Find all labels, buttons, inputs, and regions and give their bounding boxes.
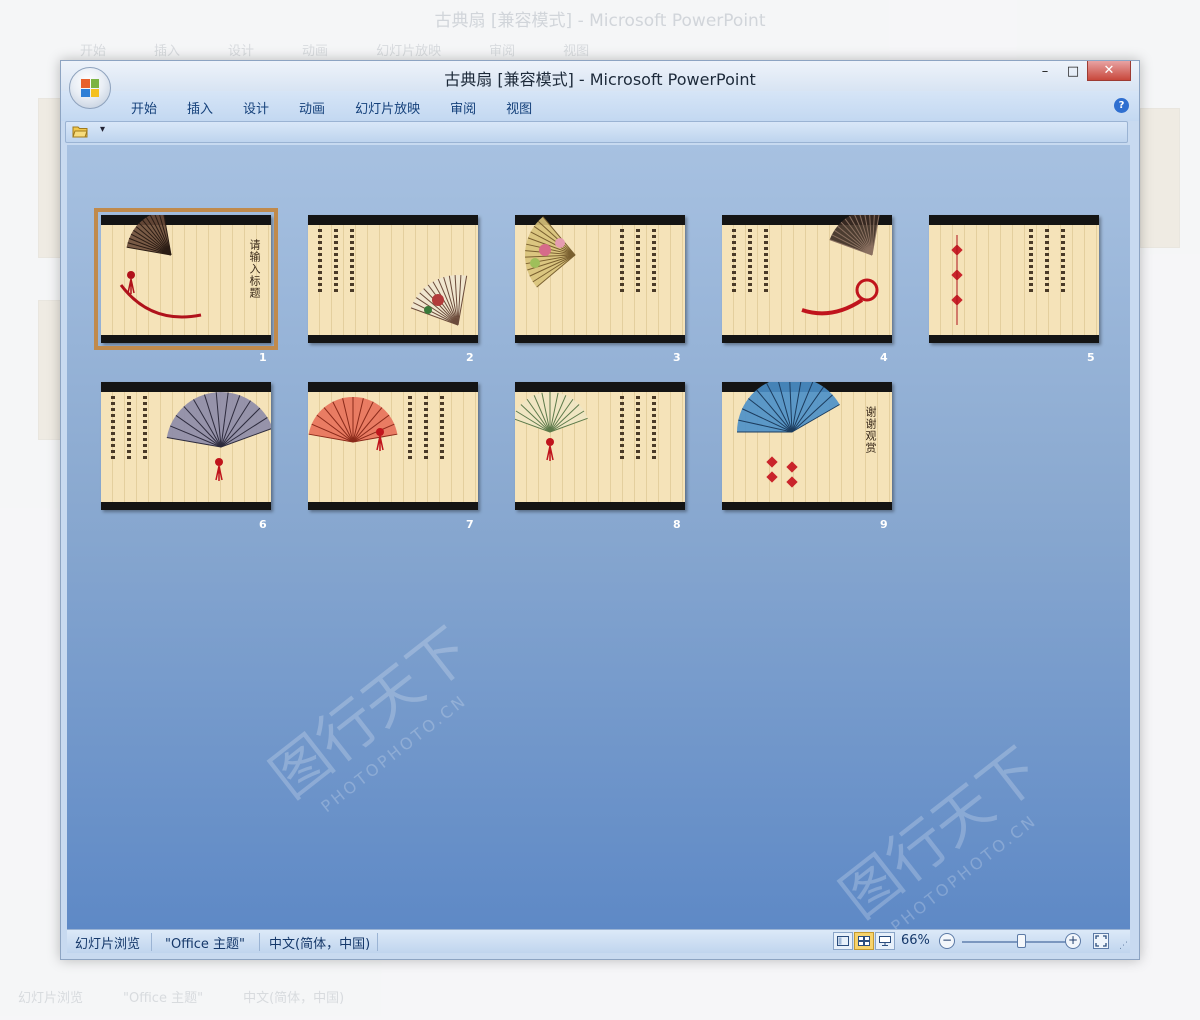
minimize-button[interactable]: –: [1031, 61, 1059, 81]
slide-text-columns: [620, 229, 656, 293]
tab-animations[interactable]: 动画: [299, 98, 325, 117]
slide-thumbnail[interactable]: 请输入标题 1: [94, 208, 278, 364]
background-tab: 动画: [302, 44, 329, 59]
tab-review[interactable]: 审阅: [450, 98, 476, 117]
fit-to-window-icon[interactable]: [1093, 933, 1109, 949]
slide-number: 5: [1087, 351, 1095, 364]
slide-number: 1: [259, 351, 267, 364]
customize-toolbar-dropdown[interactable]: ▾: [100, 124, 105, 135]
background-tab: 视图: [563, 44, 590, 59]
slide-show-icon: [879, 936, 891, 946]
watermark: 图行天下 PHOTOPHOTO.CN: [827, 734, 1053, 929]
zoom-slider-thumb[interactable]: [1017, 934, 1026, 948]
slide-thumbnail[interactable]: 5: [929, 215, 1099, 364]
slide-preview: [515, 215, 685, 343]
background-status-language: 中文(简体，中国): [243, 990, 345, 1006]
background-window-title: 古典扇 [兼容模式] - Microsoft PowerPoint: [434, 11, 766, 31]
background-tab: 插入: [154, 44, 181, 59]
status-theme[interactable]: "Office 主题": [165, 933, 245, 952]
slide-preview: 谢谢观赏: [722, 382, 892, 510]
slide-sorter-view-button[interactable]: [854, 932, 874, 950]
open-folder-icon[interactable]: [72, 125, 88, 138]
background-status-view: 幻灯片浏览: [18, 990, 84, 1006]
slide-number: 7: [466, 518, 474, 531]
status-bar: 幻灯片浏览 "Office 主题" 中文(简体，中国) 66% − + ⋰: [67, 929, 1130, 953]
view-buttons: [833, 932, 895, 950]
title-bar[interactable]: 古典扇 [兼容模式] - Microsoft PowerPoint – □ ✕: [61, 61, 1139, 91]
slide-text-columns: [111, 396, 147, 460]
slide-preview: [515, 382, 685, 510]
powerpoint-window: 古典扇 [兼容模式] - Microsoft PowerPoint – □ ✕ …: [60, 60, 1140, 960]
slide-title: 谢谢观赏: [864, 406, 877, 454]
slide-fan-illustration: [525, 216, 576, 288]
tab-insert[interactable]: 插入: [187, 98, 213, 117]
slide-sorter-pane: 图行天下 PHOTOPHOTO.CN 图行天下 PHOTOPHOTO.CN 请输入标…: [67, 145, 1130, 929]
normal-view-button[interactable]: [833, 932, 853, 950]
background-tab: 开始: [80, 44, 107, 59]
slide-preview: [929, 215, 1099, 343]
slide-title: 请输入标题: [248, 239, 261, 299]
window-title: 古典扇 [兼容模式] - Microsoft PowerPoint: [444, 70, 756, 89]
slide-preview: 请输入标题: [94, 208, 278, 350]
slide-preview: [308, 382, 478, 510]
slide-number: 8: [673, 518, 681, 531]
background-tab: 审阅: [489, 44, 516, 59]
tab-design[interactable]: 设计: [243, 98, 269, 117]
slide-fan-illustration: [515, 392, 588, 461]
slide-number: 6: [259, 518, 267, 531]
quick-access-toolbar: ▾: [65, 121, 1128, 143]
tab-slide-show[interactable]: 幻灯片放映: [355, 98, 420, 117]
status-view-name: 幻灯片浏览: [75, 937, 141, 952]
ribbon: 开始 插入 设计 动画 幻灯片放映 审阅 视图 ?: [61, 91, 1139, 121]
slide-text-columns: [620, 396, 656, 460]
zoom-level[interactable]: 66%: [901, 933, 930, 948]
slide-text-columns: [1029, 229, 1065, 293]
close-button[interactable]: ✕: [1087, 61, 1131, 81]
slide-sorter-icon: [858, 936, 870, 946]
background-status-theme: "Office 主题": [123, 990, 204, 1006]
slide-text-columns: [408, 396, 444, 460]
slide-preview: [101, 382, 271, 510]
slide-number: 3: [673, 351, 681, 364]
background-tab: 设计: [228, 44, 255, 59]
background-slide-thumb: [1140, 108, 1180, 248]
maximize-button[interactable]: □: [1059, 61, 1087, 81]
office-button[interactable]: [69, 67, 111, 109]
tab-view[interactable]: 视图: [506, 98, 532, 117]
watermark: 图行天下 PHOTOPHOTO.CN: [257, 614, 483, 817]
normal-view-icon: [837, 936, 849, 946]
slide-text-columns: [732, 229, 768, 293]
background-ribbon-tabs: 开始 插入 设计 动画 幻灯片放映 审阅 视图: [80, 40, 589, 59]
slide-thumbnail[interactable]: 8: [515, 382, 685, 531]
zoom-in-button[interactable]: +: [1065, 933, 1081, 949]
slide-thumbnail[interactable]: 7: [308, 382, 478, 531]
slide-fan-illustration: [308, 397, 398, 451]
slide-thumbnail[interactable]: 2: [308, 215, 478, 364]
slide-number: 2: [466, 351, 474, 364]
slide-preview: [308, 215, 478, 343]
zoom-out-button[interactable]: −: [939, 933, 955, 949]
status-language[interactable]: 中文(简体，中国): [269, 933, 370, 952]
background-statusbar: 幻灯片浏览 "Office 主题" 中文(简体，中国): [0, 982, 1200, 1010]
slide-number: 4: [880, 351, 888, 364]
help-icon[interactable]: ?: [1114, 98, 1129, 113]
slide-thumbnail[interactable]: 谢谢观赏 9: [722, 382, 892, 531]
slide-thumbnail[interactable]: 3: [515, 215, 685, 364]
slide-thumbnail[interactable]: 4: [722, 215, 892, 364]
background-tab: 幻灯片放映: [376, 44, 442, 59]
resize-grip-icon[interactable]: ⋰: [1119, 941, 1128, 951]
tab-home[interactable]: 开始: [131, 98, 157, 117]
slide-fan-illustration: [951, 235, 963, 325]
slide-number: 9: [880, 518, 888, 531]
slide-thumbnail[interactable]: 6: [101, 382, 271, 531]
slide-preview: [722, 215, 892, 343]
office-logo-icon: [81, 79, 99, 97]
slide-text-columns: [318, 229, 354, 293]
ribbon-tabs: 开始 插入 设计 动画 幻灯片放映 审阅 视图: [131, 98, 562, 117]
slide-show-view-button[interactable]: [875, 932, 895, 950]
window-controls: – □ ✕: [1031, 61, 1131, 83]
